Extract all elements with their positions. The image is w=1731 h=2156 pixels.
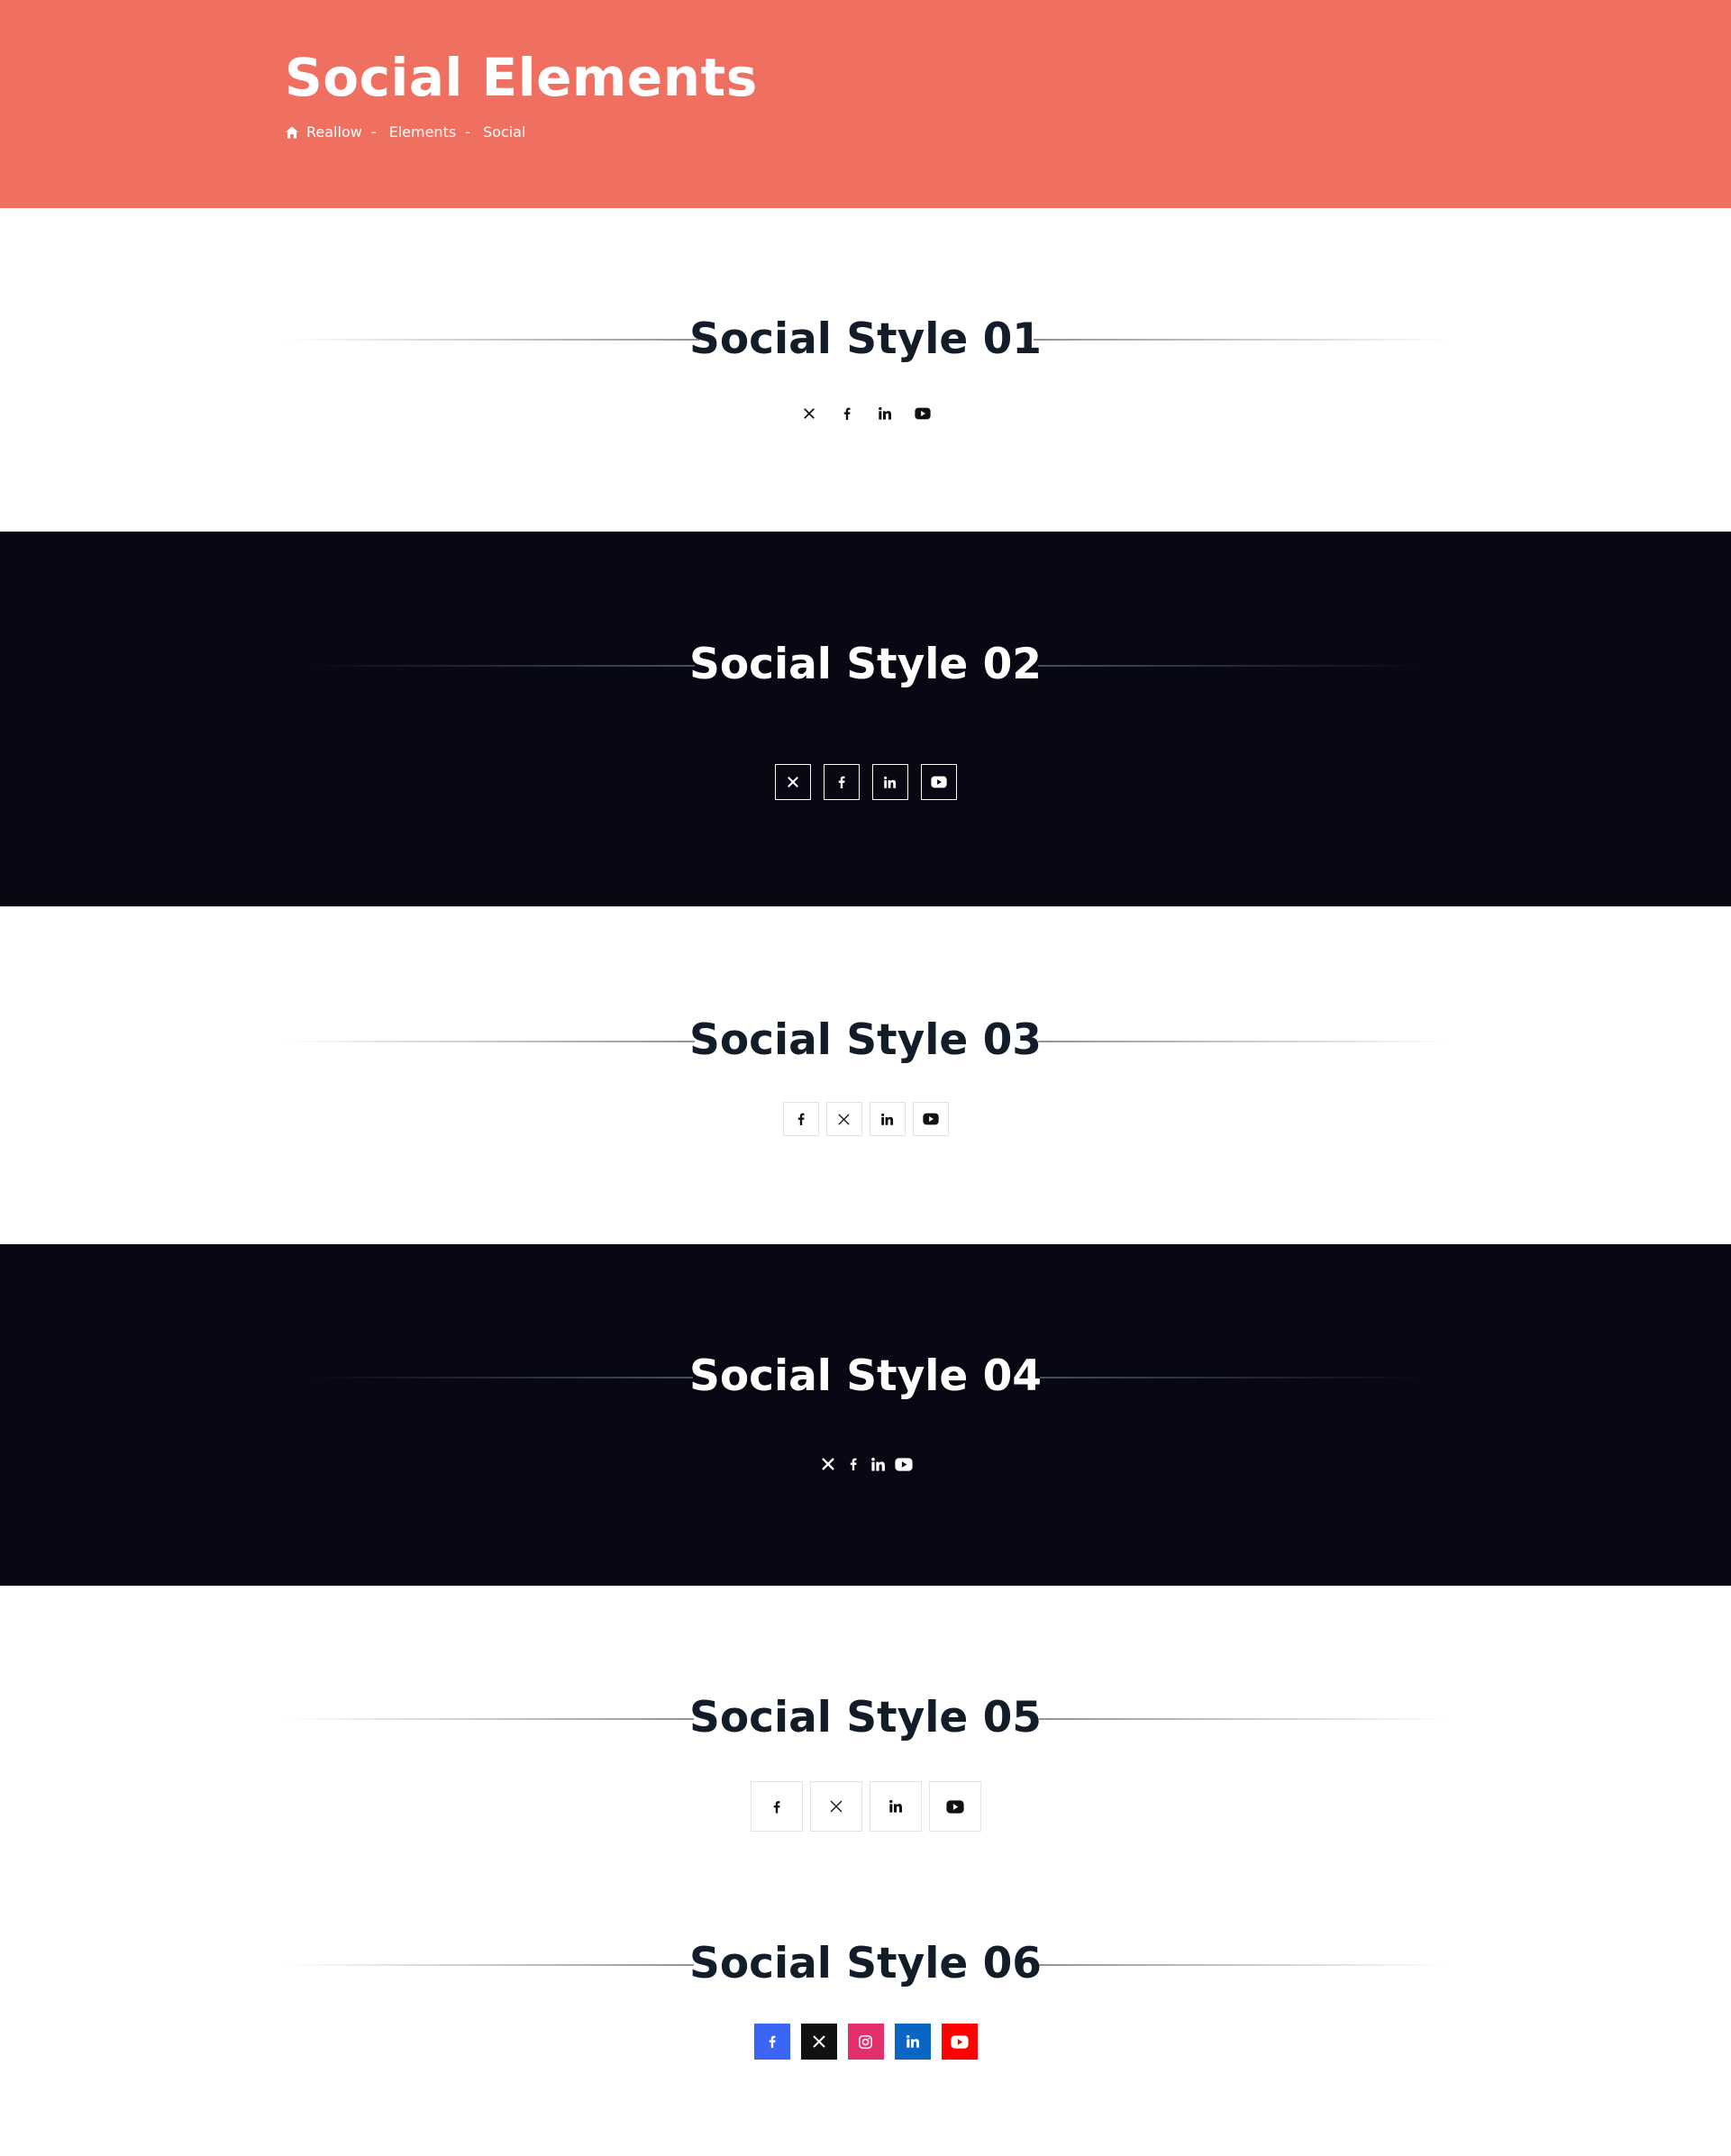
linkedin-icon[interactable] xyxy=(871,764,908,800)
home-icon[interactable] xyxy=(285,125,299,140)
linkedin-icon[interactable] xyxy=(869,1781,922,1832)
social-icons xyxy=(0,1781,1731,1832)
page-title: Social Elements xyxy=(285,47,758,108)
section-title: Social Style 03 xyxy=(688,1015,1042,1065)
social-style-06-section: Social Style 06 xyxy=(0,1874,1731,2156)
social-icons xyxy=(0,2024,1731,2060)
section-title: Social Style 04 xyxy=(688,1351,1042,1401)
youtube-icon[interactable] xyxy=(941,2024,978,2060)
facebook-icon[interactable] xyxy=(782,1102,819,1136)
page-header: Social Elements Reallow - Elements - Soc… xyxy=(0,0,1731,208)
breadcrumb: Reallow - Elements - Social xyxy=(285,123,525,141)
social-icons xyxy=(0,1454,1731,1474)
social-icons xyxy=(0,1102,1731,1136)
youtube-icon[interactable] xyxy=(913,404,933,423)
section-title: Social Style 06 xyxy=(688,1939,1042,1988)
breadcrumb-separator: - xyxy=(465,123,470,141)
facebook-icon[interactable] xyxy=(843,1454,863,1474)
facebook-icon[interactable] xyxy=(823,764,860,800)
section-title: Social Style 05 xyxy=(688,1693,1042,1742)
linkedin-icon[interactable] xyxy=(869,1102,906,1136)
linkedin-icon[interactable] xyxy=(869,1454,888,1474)
breadcrumb-separator: - xyxy=(370,123,377,141)
x-icon[interactable] xyxy=(825,1102,862,1136)
youtube-icon[interactable] xyxy=(920,764,957,800)
x-icon[interactable] xyxy=(774,764,811,800)
youtube-icon[interactable] xyxy=(912,1102,949,1136)
x-icon[interactable] xyxy=(809,1781,862,1832)
social-style-05-section: Social Style 05 xyxy=(0,1586,1731,1874)
x-icon[interactable] xyxy=(799,404,819,423)
breadcrumb-link-reallow[interactable]: Reallow xyxy=(306,123,362,141)
section-title: Social Style 01 xyxy=(688,314,1042,364)
facebook-icon[interactable] xyxy=(753,2024,790,2060)
x-icon[interactable] xyxy=(800,2024,837,2060)
x-icon[interactable] xyxy=(818,1454,838,1474)
instagram-icon[interactable] xyxy=(847,2024,884,2060)
section-title: Social Style 02 xyxy=(688,640,1042,689)
social-style-04-section: Social Style 04 xyxy=(0,1244,1731,1586)
linkedin-icon[interactable] xyxy=(875,404,895,423)
youtube-icon[interactable] xyxy=(928,1781,981,1832)
social-style-01-section: Social Style 01 xyxy=(0,208,1731,532)
social-style-03-section: Social Style 03 xyxy=(0,906,1731,1244)
social-icons xyxy=(0,404,1731,423)
breadcrumb-current: Social xyxy=(482,123,526,141)
youtube-icon[interactable] xyxy=(894,1454,914,1474)
social-icons xyxy=(0,764,1731,800)
social-style-02-section: Social Style 02 xyxy=(0,532,1731,906)
linkedin-icon[interactable] xyxy=(894,2024,931,2060)
facebook-icon[interactable] xyxy=(750,1781,803,1832)
breadcrumb-link-elements[interactable]: Elements xyxy=(389,123,457,141)
facebook-icon[interactable] xyxy=(837,404,857,423)
